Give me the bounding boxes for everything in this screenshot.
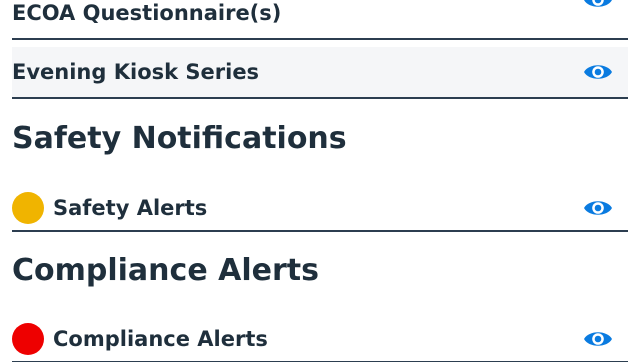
section-title-compliance: Compliance Alerts (12, 253, 319, 288)
list-item-ecoa: ECOA Questionnaire(s) (12, 0, 628, 40)
page: ECOA Questionnaire(s) Evening Kiosk Seri… (0, 0, 628, 362)
status-dot-red (12, 323, 44, 355)
list-item-safety-alerts: Safety Alerts (12, 186, 628, 232)
eye-icon[interactable] (582, 61, 614, 83)
list-item-label: Evening Kiosk Series (12, 60, 260, 84)
list-item-label: Compliance Alerts (53, 327, 268, 351)
list-item-label: Safety Alerts (53, 196, 208, 220)
eye-icon[interactable] (582, 0, 614, 11)
status-dot-amber (12, 192, 44, 224)
list-item-compliance-alerts: Compliance Alerts (12, 317, 628, 362)
eye-icon[interactable] (582, 328, 614, 350)
section-title-safety: Safety Notifications (12, 121, 347, 156)
list-item-label: ECOA Questionnaire(s) (12, 1, 282, 25)
eye-icon[interactable] (582, 197, 614, 219)
list-item-evening-kiosk: Evening Kiosk Series (12, 47, 628, 99)
